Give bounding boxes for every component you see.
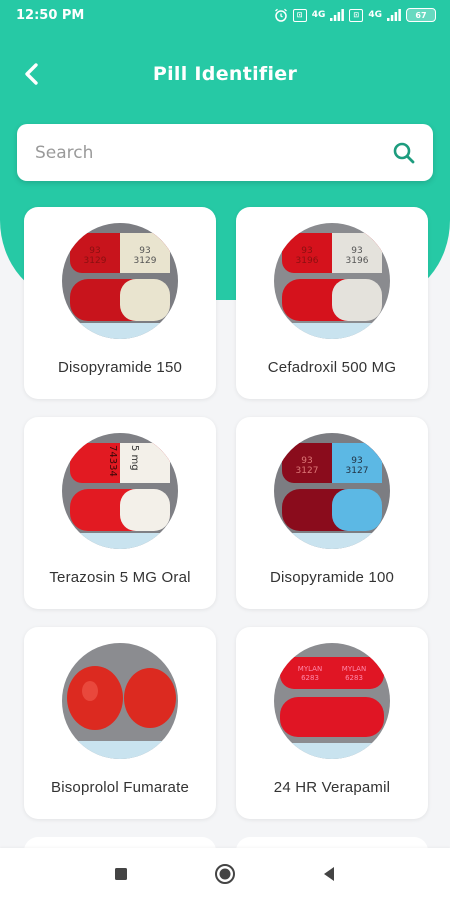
- pill-name: Cefadroxil 500 MG: [267, 359, 397, 376]
- pill-card[interactable]: 74334 5 mg Terazosin 5 MG Oral: [24, 417, 216, 609]
- triangle-back-icon: [324, 867, 334, 881]
- pill-image: 93 3129 93 3129: [62, 223, 178, 339]
- svg-text:93: 93: [139, 246, 150, 256]
- svg-text:93: 93: [89, 246, 100, 256]
- svg-text:3127: 3127: [346, 466, 369, 476]
- circle-icon: [215, 864, 235, 884]
- pill-image: MYLAN 6283 MYLAN 6283: [274, 643, 390, 759]
- app-bar: Pill Identifier: [0, 50, 450, 98]
- pill-image: 93 3127 93 3127: [274, 433, 390, 549]
- signal-icon: [387, 9, 401, 21]
- svg-text:3129: 3129: [134, 256, 157, 266]
- status-icons: ⊡ 4G ⊡ 4G 67: [274, 8, 436, 22]
- back-nav-button[interactable]: [318, 863, 340, 885]
- svg-text:6283: 6283: [345, 674, 363, 682]
- svg-text:93: 93: [301, 456, 312, 466]
- pill-image: [62, 643, 178, 759]
- svg-text:93: 93: [301, 246, 312, 256]
- svg-text:MYLAN: MYLAN: [342, 665, 366, 673]
- pill-card[interactable]: MYLAN 6283 MYLAN 6283 24 HR Verapamil: [236, 627, 428, 819]
- svg-text:MYLAN: MYLAN: [298, 665, 322, 673]
- svg-text:93: 93: [351, 456, 362, 466]
- pill-card[interactable]: Bisoprolol Fumarate: [24, 627, 216, 819]
- search-bar: [17, 124, 433, 181]
- search-button[interactable]: [389, 138, 419, 168]
- back-button[interactable]: [16, 58, 48, 90]
- svg-text:3127: 3127: [296, 466, 319, 476]
- pill-name: Disopyramide 100: [269, 569, 395, 586]
- pill-grid: 93 3129 93 3129 Disopyramide 150 93 3196…: [24, 207, 428, 819]
- svg-text:74334: 74334: [107, 445, 118, 477]
- pill-image: 74334 5 mg: [62, 433, 178, 549]
- sim2-network-label: 4G: [368, 10, 382, 20]
- svg-text:3196: 3196: [346, 256, 369, 266]
- pill-card[interactable]: 93 3129 93 3129 Disopyramide 150: [24, 207, 216, 399]
- svg-text:6283: 6283: [301, 674, 319, 682]
- search-input[interactable]: [35, 142, 389, 163]
- sim-badge-icon: ⊡: [292, 8, 307, 22]
- page-title: Pill Identifier: [152, 63, 298, 85]
- signal-icon: [330, 9, 345, 21]
- svg-text:3196: 3196: [296, 256, 319, 266]
- svg-text:3129: 3129: [84, 256, 107, 266]
- pill-image: 93 3196 93 3196: [274, 223, 390, 339]
- pill-name: Disopyramide 150: [57, 359, 183, 376]
- recents-button[interactable]: [110, 863, 132, 885]
- pill-name: 24 HR Verapamil: [273, 779, 391, 796]
- sim-badge-icon: ⊡: [349, 8, 364, 22]
- pill-card[interactable]: 93 3196 93 3196 Cefadroxil 500 MG: [236, 207, 428, 399]
- pill-name: Bisoprolol Fumarate: [50, 779, 190, 796]
- home-button[interactable]: [214, 863, 236, 885]
- pill-card[interactable]: 93 3127 93 3127 Disopyramide 100: [236, 417, 428, 609]
- pill-name: Terazosin 5 MG Oral: [49, 569, 191, 586]
- arrow-left-icon: [25, 63, 38, 85]
- status-bar: 12:50 PM ⊡ 4G ⊡ 4G 67: [0, 0, 450, 30]
- svg-text:5 mg: 5 mg: [129, 445, 140, 471]
- svg-text:93: 93: [351, 246, 362, 256]
- square-icon: [115, 868, 127, 880]
- alarm-icon: [274, 8, 287, 22]
- search-icon: [393, 142, 415, 163]
- sim1-network-label: 4G: [311, 10, 326, 20]
- status-time: 12:50 PM: [16, 7, 85, 23]
- battery-level: 67: [415, 10, 427, 20]
- battery-icon: 67: [406, 8, 436, 22]
- system-nav-bar: [0, 848, 450, 900]
